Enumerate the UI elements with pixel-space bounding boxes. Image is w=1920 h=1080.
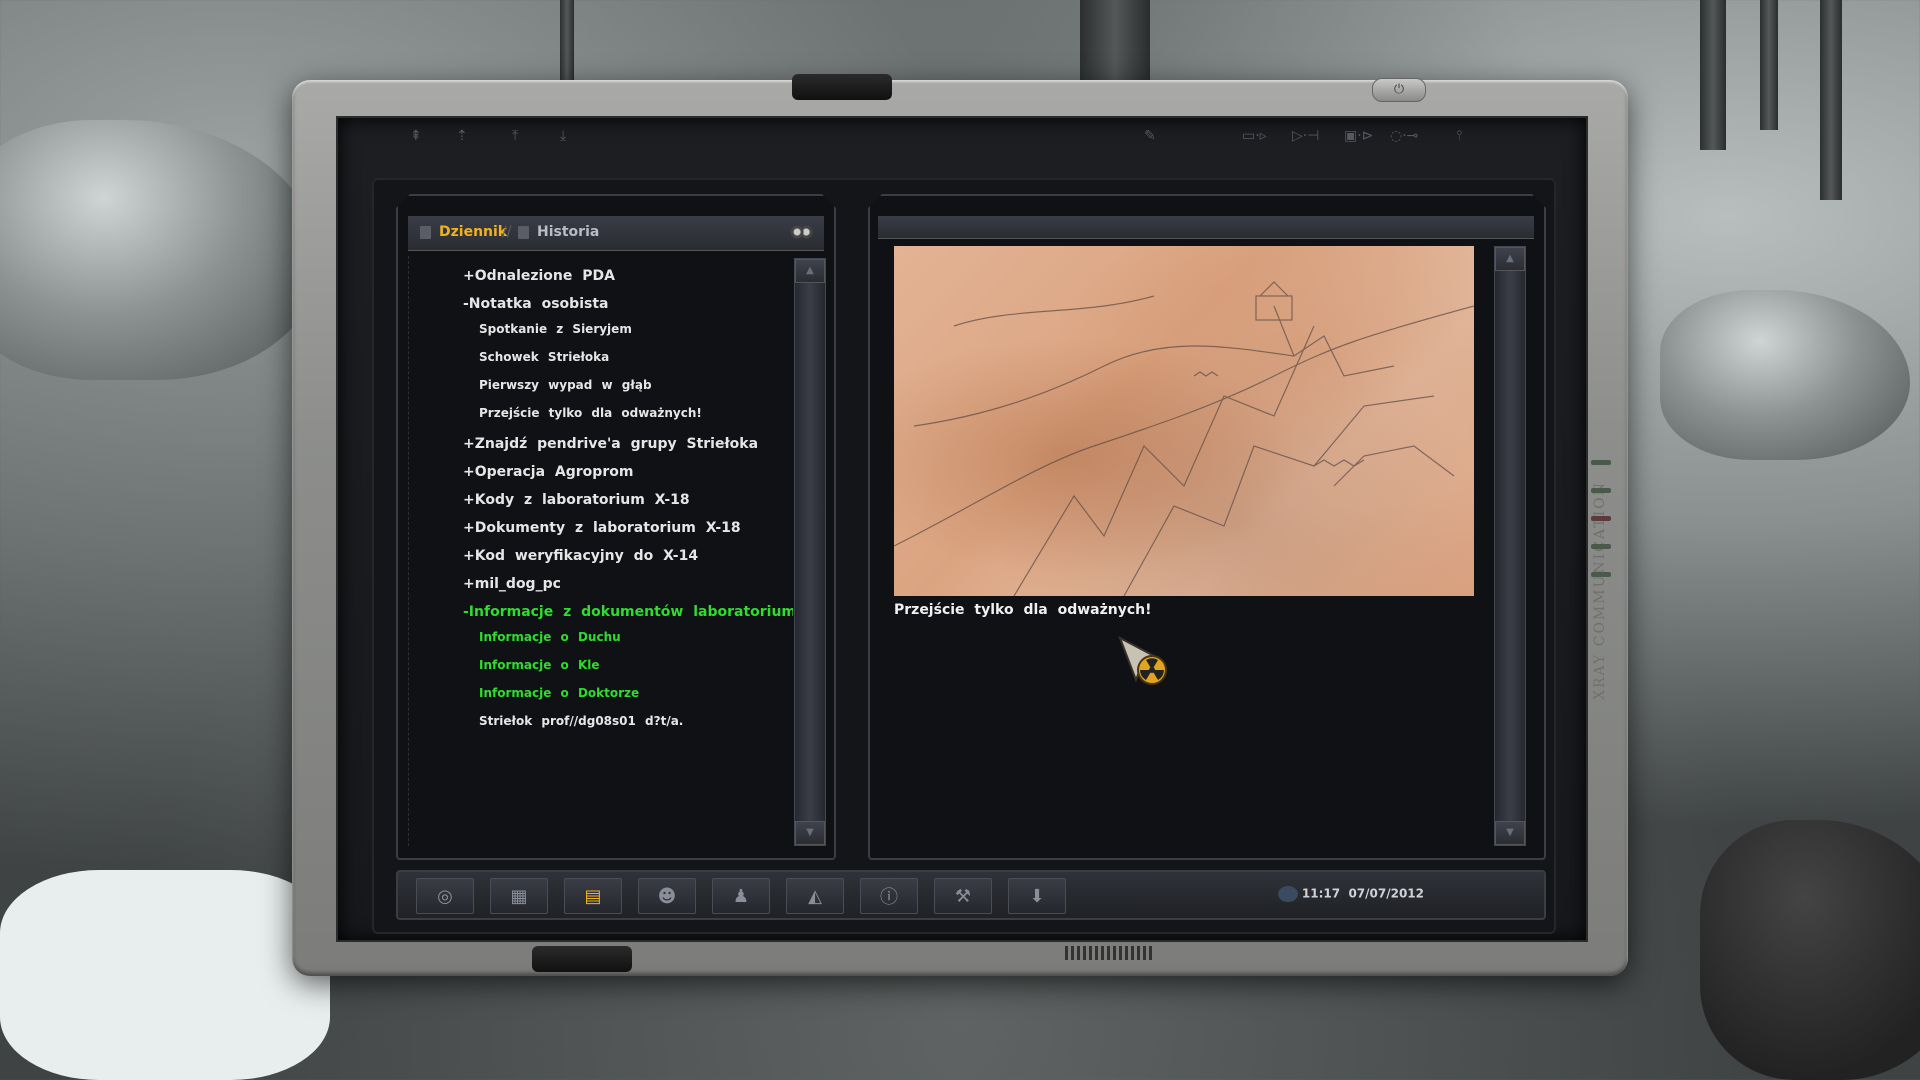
radio-icon: ◌·⊸ — [1390, 128, 1419, 144]
entry-caption: Przejście tylko dla odważnych! — [894, 602, 1152, 618]
clock-date: 07/07/2012 — [1348, 886, 1424, 901]
journal-tree: +Odnalezione PDA -Notatka osobista Spotk… — [408, 256, 793, 846]
document-icon — [518, 226, 529, 239]
thermometer-icon: ⫯ — [1456, 128, 1463, 144]
tree-item[interactable]: +mil_dog_pc — [463, 576, 561, 592]
tree-item[interactable]: Striełok prof//dg08s01 d?t/a. — [479, 714, 683, 728]
status-bar: ⇞ ⇡ ⤒ ⤓ ✎ ▭·▹ ▷·⊣ ▣·⊳ ◌·⊸ ⫯ — [338, 118, 1586, 156]
pda-screen: ⇞ ⇡ ⤒ ⤓ ✎ ▭·▹ ▷·⊣ ▣·⊳ ◌·⊸ ⫯ Dziennik // … — [336, 116, 1588, 942]
tree-item[interactable]: Przejście tylko dla odważnych! — [479, 406, 702, 420]
scroll-down-button[interactable]: ▼ — [1495, 821, 1525, 845]
statistics-icon: ◭ — [808, 885, 822, 907]
tree-item[interactable]: Informacje o Duchu — [479, 630, 621, 644]
led — [1591, 460, 1611, 465]
contacts-button[interactable]: ☻ — [638, 878, 696, 914]
entry-scrollbar[interactable]: ▲ ▼ — [1494, 246, 1526, 846]
info-icon: ⓘ — [880, 887, 898, 908]
clock: 11:17 07/07/2012 — [1277, 886, 1424, 902]
led — [1591, 488, 1611, 493]
tab-label: Dziennik — [439, 224, 508, 240]
pda-toolbar: ◎ ▦ ▤ ☻ ♟ ◭ ⓘ ⚒ ⬇ 11:17 07/07/2012 — [396, 870, 1546, 920]
tree-item[interactable]: +Dokumenty z laboratorium X-18 — [463, 520, 741, 536]
speaker-grille — [1065, 946, 1155, 960]
rock — [0, 120, 320, 380]
journal-tabs: Dziennik // Historia — [408, 216, 824, 251]
radiation-cursor-icon — [1118, 636, 1167, 685]
tree-item[interactable]: +Operacja Agroprom — [463, 464, 633, 480]
pda-device: ⏻ XRAY COMMUNICATION ⇞ ⇡ ⤒ ⤓ ✎ ▭·▹ ▷·⊣ ▣… — [292, 74, 1628, 976]
tree-item[interactable]: Spotkanie z Sieryjem — [479, 322, 632, 336]
entry-panel: Przejście tylko dla odważnych! ▲ ▼ — [868, 194, 1546, 860]
tree-trunk — [1760, 0, 1778, 130]
tree-trunk — [1700, 0, 1726, 150]
tree-item[interactable]: +Znajdź pendrive'a grupy Striełoka — [463, 436, 758, 452]
tab-label: Historia — [537, 224, 600, 240]
scroll-down-button[interactable]: ▼ — [795, 821, 825, 845]
pda-bottom-clip — [532, 946, 632, 972]
globe-button[interactable]: ◎ — [416, 878, 474, 914]
led — [1591, 516, 1611, 521]
signal-icon: ⇡ — [456, 128, 468, 144]
tab-historia[interactable]: Historia — [518, 224, 599, 240]
signal-icon: ⇞ — [410, 128, 422, 144]
clock-time: 11:17 — [1301, 886, 1341, 901]
snow-patch — [0, 870, 330, 1080]
hand-drawn-map-image — [894, 246, 1474, 596]
tree-item[interactable]: +Kod weryfikacyjny do X-14 — [463, 548, 698, 564]
map-sketch — [894, 246, 1474, 596]
tree-item[interactable]: -Notatka osobista — [463, 296, 608, 312]
entry-header-bar — [878, 216, 1534, 239]
map-button[interactable]: ▦ — [490, 878, 548, 914]
tab-separator: // — [502, 224, 512, 240]
tree-trunk — [1820, 0, 1842, 200]
journal-scrollbar[interactable]: ▲ ▼ — [794, 258, 826, 846]
scroll-up-button[interactable]: ▲ — [1495, 247, 1525, 271]
download-icon: ⤓ — [560, 128, 567, 144]
tools-button[interactable]: ⚒ — [934, 878, 992, 914]
tree-item[interactable]: Informacje o Kle — [479, 658, 600, 672]
antenna-icon: ▷·⊣ — [1292, 128, 1320, 144]
tree-item[interactable]: Schowek Striełoka — [479, 350, 609, 364]
journal-button[interactable]: ▤ — [564, 878, 622, 914]
map-icon: ▦ — [510, 885, 528, 907]
ranking-button[interactable]: ♟ — [712, 878, 770, 914]
ranking-icon: ♟ — [732, 885, 750, 907]
rock — [1700, 820, 1920, 1080]
clock-icon — [1277, 886, 1298, 902]
binoculars-icon[interactable] — [788, 223, 814, 241]
tree-item[interactable]: Informacje o Doktorze — [479, 686, 639, 700]
calendar-icon: ▤ — [584, 885, 602, 907]
chip-icon: ▣·⊳ — [1344, 128, 1374, 144]
status-leds — [1591, 460, 1617, 600]
led — [1591, 544, 1611, 549]
tree-item[interactable]: Pierwszy wypad w głąb — [479, 378, 652, 392]
statistics-button[interactable]: ◭ — [786, 878, 844, 914]
rock — [1660, 290, 1910, 460]
document-icon — [420, 226, 431, 239]
tree-item[interactable]: -Informacje z dokumentów laboratorium X-… — [463, 604, 793, 620]
wrench-icon: ⚒ — [954, 885, 972, 907]
battery-icon: ▭·▹ — [1242, 128, 1267, 144]
led — [1591, 572, 1611, 577]
tab-dziennik[interactable]: Dziennik — [420, 224, 507, 240]
scroll-up-button[interactable]: ▲ — [795, 259, 825, 283]
pda-top-clip — [792, 74, 892, 100]
contacts-icon: ☻ — [657, 885, 677, 907]
tree-item[interactable]: +Kody z laboratorium X-18 — [463, 492, 690, 508]
globe-icon: ◎ — [437, 885, 453, 907]
download-icon: ⬇ — [1029, 885, 1045, 907]
content-frame: Dziennik // Historia +Odnalezione PDA -N… — [372, 178, 1556, 934]
power-button[interactable]: ⏻ — [1372, 78, 1426, 102]
journal-panel: Dziennik // Historia +Odnalezione PDA -N… — [396, 194, 836, 860]
download-button[interactable]: ⬇ — [1008, 878, 1066, 914]
upload-icon: ⤒ — [512, 128, 519, 144]
pen-icon: ✎ — [1144, 128, 1156, 144]
tree-trunk — [560, 0, 574, 90]
tree-item[interactable]: +Odnalezione PDA — [463, 268, 615, 284]
info-button[interactable]: ⓘ — [860, 878, 918, 914]
